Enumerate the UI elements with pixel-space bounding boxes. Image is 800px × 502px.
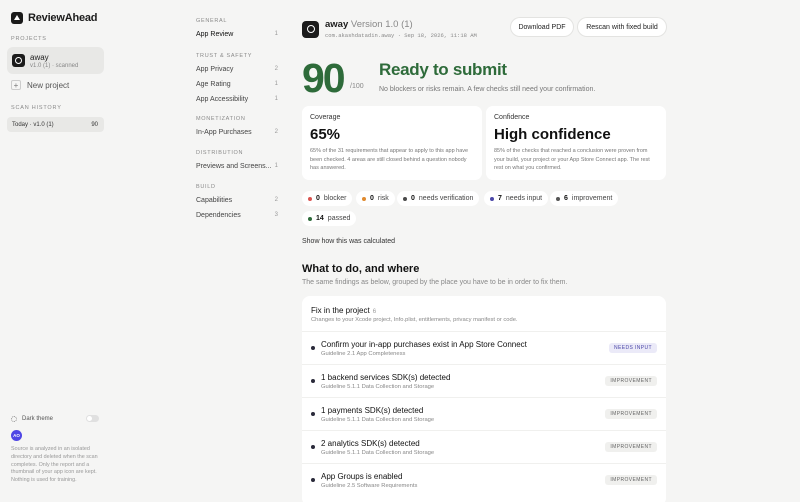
finding-row[interactable]: 1 backend services SDK(s) detected Guide… (302, 364, 666, 397)
scan-history-item[interactable]: Today · v1.0 (1) 90 (7, 117, 104, 132)
fix-title: Fix in the project 6 (311, 306, 377, 315)
status-badge: IMPROVEMENT (605, 475, 657, 485)
rescan-button[interactable]: Rescan with fixed build (578, 18, 666, 36)
confidence-card: Confidence High confidence 85% of the ch… (486, 106, 666, 180)
confidence-desc: 85% of the checks that reached a conclus… (494, 148, 650, 172)
pill-passed[interactable]: 14 passed (302, 211, 357, 226)
section-title: What to do, and where (302, 263, 420, 275)
risk-dot-icon (362, 196, 366, 201)
confidence-label: Confidence (494, 114, 530, 121)
score-max: /100 (350, 83, 364, 90)
nav-item-age-rating[interactable]: Age Rating 1 (196, 81, 278, 88)
finding-row[interactable]: 2 analytics SDK(s) detected Guideline 5.… (302, 430, 666, 463)
dark-theme-toggle[interactable] (86, 415, 99, 422)
app-version: Version 1.0 (1) (350, 19, 413, 30)
needs-input-dot-icon (490, 196, 494, 201)
privacy-note: Source is analyzed in an isolated direct… (11, 446, 98, 484)
finding-guideline: Guideline 2.1 App Completeness (321, 351, 406, 357)
pill-risk[interactable]: 0 risk (356, 191, 395, 206)
finding-guideline: Guideline 2.5 Software Requirements (321, 483, 418, 489)
status-badge: NEEDS INPUT (608, 343, 657, 353)
app-name: away (325, 19, 349, 30)
fix-in-project-card: Fix in the project 6 Changes to your Xcod… (302, 296, 666, 502)
improvement-dot-icon (556, 196, 560, 201)
new-project-label: New project (27, 80, 70, 90)
passed-dot-icon (308, 216, 312, 221)
app-icon (302, 20, 319, 38)
scan-history-label: SCAN HISTORY (11, 105, 62, 111)
blocker-dot-icon (308, 196, 312, 201)
project-name: away (30, 52, 49, 62)
bullet-icon (311, 346, 315, 350)
bullet-icon (311, 445, 315, 449)
nav-item-app-review[interactable]: App Review 1 (196, 31, 278, 38)
dark-theme-label: Dark theme (22, 415, 54, 422)
projects-label: PROJECTS (11, 36, 47, 42)
brand[interactable]: ReviewAhead (11, 12, 98, 24)
show-calculation-link[interactable]: Show how this was calculated (302, 238, 395, 245)
bullet-icon (311, 478, 315, 482)
status-badge: IMPROVEMENT (605, 409, 657, 419)
finding-title: 1 payments SDK(s) detected (321, 406, 424, 415)
coverage-card: Coverage 65% 65% of the 31 requirements … (302, 106, 482, 180)
verification-dot-icon (403, 196, 407, 201)
finding-row[interactable]: 1 payments SDK(s) detected Guideline 5.1… (302, 397, 666, 430)
finding-row[interactable]: Confirm your in-app purchases exist in A… (302, 331, 666, 364)
nav-group-general: GENERAL (196, 18, 228, 24)
pill-improvement[interactable]: 6 improvement (550, 191, 619, 206)
finding-guideline: Guideline 5.1.1 Data Collection and Stor… (321, 417, 435, 423)
report-header: away Version 1.0 (1) com.akashdatadin.aw… (302, 19, 477, 39)
plus-icon: + (11, 80, 21, 90)
status-sub: No blockers or risks remain. A few check… (379, 86, 596, 93)
project-sub: v1.0 (1) · scanned (30, 62, 79, 69)
finding-title: App Groups is enabled (321, 472, 403, 481)
nav-group-monetization: MONETIZATION (196, 116, 246, 122)
status-title: Ready to submit (379, 60, 507, 79)
status-badge: IMPROVEMENT (605, 376, 657, 386)
nav-item-app-accessibility[interactable]: App Accessibility 1 (196, 96, 278, 103)
coverage-desc: 65% of the 31 requirements that appear t… (310, 148, 469, 172)
reviewahead-logo-icon (11, 12, 23, 24)
fix-count: 6 (372, 309, 377, 315)
app-icon (12, 54, 25, 67)
dark-theme-row: Dark theme (11, 415, 99, 422)
bullet-icon (311, 412, 315, 416)
history-label: Today · v1.0 (1) (12, 121, 54, 128)
download-pdf-button[interactable]: Download PDF (511, 18, 573, 36)
coverage-value: 65% (310, 126, 341, 143)
coverage-label: Coverage (310, 114, 341, 121)
nav-item-in-app-purchases[interactable]: In-App Purchases 2 (196, 129, 278, 136)
score-value: 90 (302, 55, 346, 101)
sun-icon (11, 415, 17, 422)
nav-group-trust-safety: TRUST & SAFETY (196, 53, 253, 59)
history-score: 90 (91, 121, 98, 128)
pill-needs-verification[interactable]: 0 needs verification (397, 191, 480, 206)
nav-item-previews-screenshots[interactable]: Previews and Screens... 1 (196, 163, 278, 170)
nav-item-dependencies[interactable]: Dependencies 3 (196, 212, 278, 219)
nav-group-distribution: DISTRIBUTION (196, 150, 244, 156)
finding-title: Confirm your in-app purchases exist in A… (321, 340, 527, 349)
new-project-button[interactable]: + New project (11, 80, 69, 90)
nav-item-app-privacy[interactable]: App Privacy 2 (196, 66, 278, 73)
bundle-id: com.akashdatadin.away · Sep 18, 2026, 11… (325, 32, 477, 39)
avatar[interactable]: AO (11, 430, 22, 441)
finding-row[interactable]: App Groups is enabled Guideline 2.5 Soft… (302, 463, 666, 496)
fix-sub: Changes to your Xcode project, Info.plis… (311, 317, 518, 323)
section-sub: The same findings as below, grouped by t… (302, 279, 568, 286)
brand-name: ReviewAhead (28, 12, 98, 24)
nav-item-capabilities[interactable]: Capabilities 2 (196, 197, 278, 204)
finding-title: 1 backend services SDK(s) detected (321, 373, 451, 382)
pill-needs-input[interactable]: 7 needs input (484, 191, 549, 206)
finding-title: 2 analytics SDK(s) detected (321, 439, 420, 448)
sidebar: ReviewAhead PROJECTS away v1.0 (1) · sca… (0, 0, 112, 502)
status-badge: IMPROVEMENT (605, 442, 657, 452)
nav-group-build: BUILD (196, 184, 216, 190)
project-item-away[interactable]: away v1.0 (1) · scanned (7, 47, 104, 74)
bullet-icon (311, 379, 315, 383)
pill-blocker[interactable]: 0 blocker (302, 191, 353, 206)
confidence-value: High confidence (494, 126, 611, 143)
finding-guideline: Guideline 5.1.1 Data Collection and Stor… (321, 384, 435, 390)
finding-guideline: Guideline 5.1.1 Data Collection and Stor… (321, 450, 435, 456)
